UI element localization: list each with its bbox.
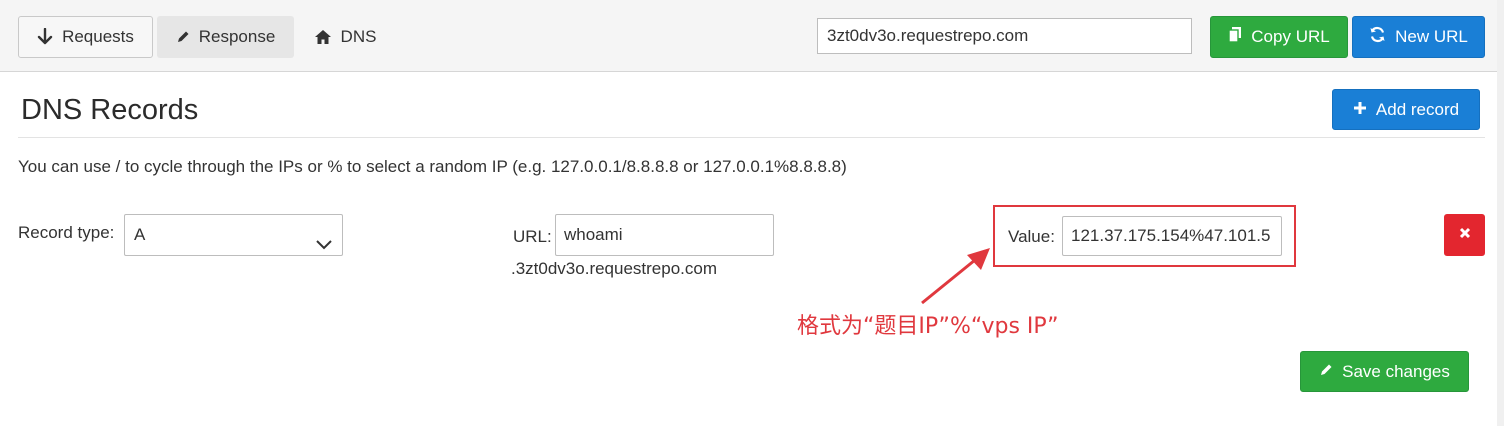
value-label: Value:: [1008, 227, 1055, 246]
annotation-arrow-icon: [921, 248, 990, 305]
record-type-select[interactable]: A: [124, 214, 343, 256]
save-changes-button[interactable]: Save changes: [1300, 351, 1469, 392]
page-title: DNS Records: [21, 94, 199, 126]
pencil-icon: [176, 30, 190, 44]
delete-record-button[interactable]: [1444, 214, 1485, 256]
top-navbar: Requests Response DNS 3zt0dv3o.requestre…: [0, 0, 1497, 72]
page: Requests Response DNS 3zt0dv3o.requestre…: [0, 0, 1504, 426]
subdomain-url-field[interactable]: 3zt0dv3o.requestrepo.com: [817, 18, 1192, 54]
page-scrollbar[interactable]: [1497, 0, 1504, 426]
close-icon: [1459, 226, 1471, 244]
add-record-label: Add record: [1375, 99, 1460, 119]
tab-dns-label: DNS: [340, 27, 377, 46]
title-divider: [18, 137, 1485, 138]
record-type-label: Record type:: [18, 223, 115, 242]
plus-icon: [1353, 100, 1367, 120]
tab-requests-label: Requests: [62, 27, 134, 46]
add-record-button[interactable]: Add record: [1332, 89, 1480, 130]
tab-requests[interactable]: Requests: [18, 16, 153, 58]
copy-url-label: Copy URL: [1251, 27, 1330, 46]
value-input[interactable]: 121.37.175.154%47.101.5: [1062, 216, 1282, 256]
tab-response-label: Response: [198, 27, 276, 46]
chevron-down-icon: [315, 227, 333, 267]
arrow-down-icon: [37, 28, 53, 46]
url-label: URL:: [513, 227, 552, 246]
home-icon: [314, 29, 332, 45]
pencil-icon: [1319, 362, 1333, 382]
new-url-label: New URL: [1395, 27, 1468, 46]
record-type-value: A: [134, 225, 146, 244]
refresh-icon: [1369, 26, 1386, 48]
url-input[interactable]: whoami: [555, 214, 774, 256]
copy-url-button[interactable]: Copy URL: [1210, 16, 1348, 58]
save-changes-label: Save changes: [1342, 361, 1450, 381]
new-url-button[interactable]: New URL: [1352, 16, 1485, 58]
annotation-text: 格式为“题目IP”%“vps IP”: [797, 314, 1059, 339]
help-text: You can use / to cycle through the IPs o…: [18, 157, 847, 176]
url-domain-suffix: .3zt0dv3o.requestrepo.com: [511, 259, 718, 278]
copy-icon: [1228, 26, 1242, 48]
tab-dns[interactable]: DNS: [302, 16, 388, 58]
tab-response[interactable]: Response: [157, 16, 294, 58]
